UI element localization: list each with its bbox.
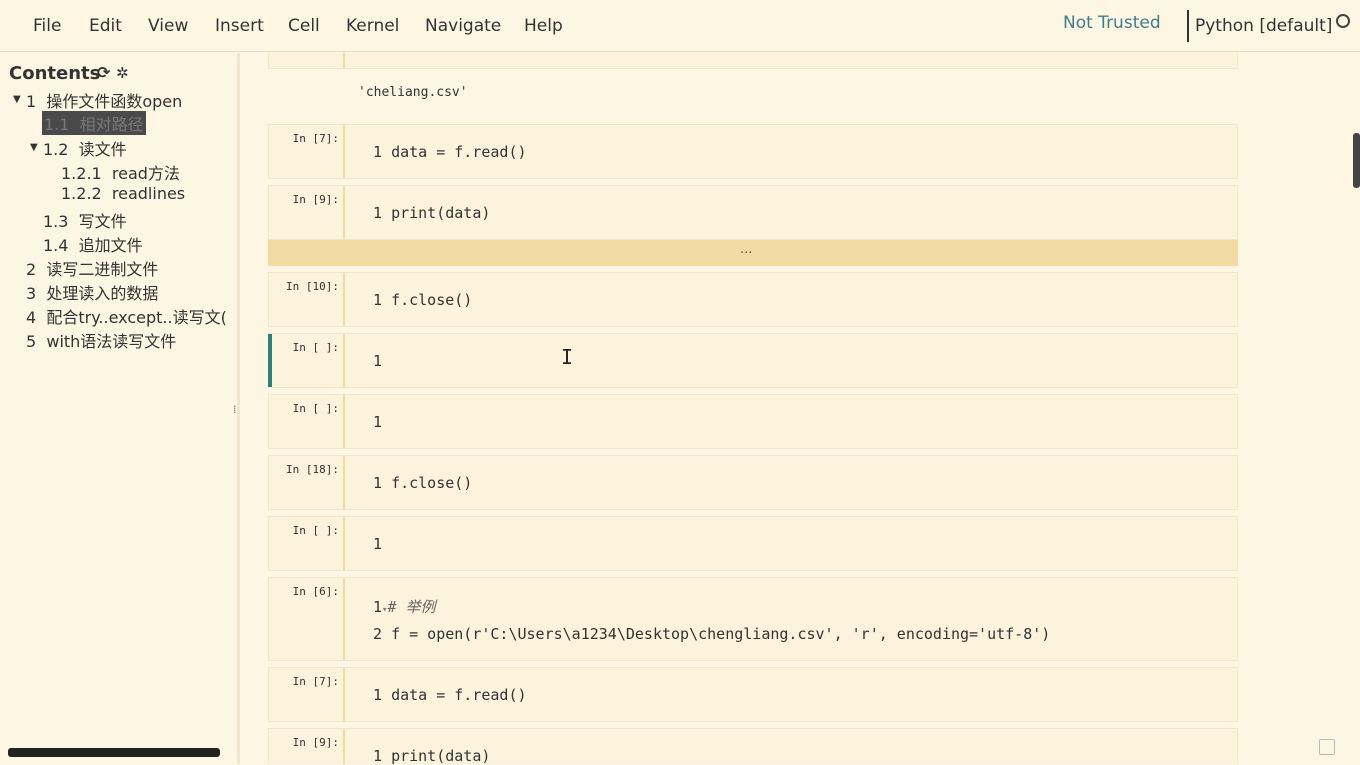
code-line: 1 data = f.read() <box>373 143 527 161</box>
refresh-icon[interactable]: ⟳ <box>97 63 110 82</box>
code-cell[interactable]: In [10]: 1 f.close() <box>268 272 1238 327</box>
code-line: 1 data = f.read() <box>373 686 527 704</box>
collapse-arrow-icon[interactable]: ▼ <box>13 94 21 105</box>
toc-item[interactable]: 4 配合try..except..读写文( <box>26 304 230 328</box>
kernel-separator <box>1187 10 1189 42</box>
menu-view[interactable]: View <box>148 16 188 36</box>
toc-item[interactable]: 5 with语法读写文件 <box>26 328 176 352</box>
toc-title: Contents <box>9 63 101 84</box>
menu-edit[interactable]: Edit <box>89 16 122 36</box>
code-cell[interactable]: In [9]: 1 print(data) <box>268 185 1238 240</box>
toc-item[interactable]: 1 操作文件函数open <box>26 88 182 112</box>
cell-prompt: In [18]: <box>269 456 345 509</box>
code-line: 1 <box>373 535 392 553</box>
cell-prompt: In [ ]: <box>269 334 345 387</box>
menu-bar: File Edit View Insert Cell Kernel Naviga… <box>0 0 1360 52</box>
menu-navigate[interactable]: Navigate <box>425 16 501 36</box>
cell-prompt: In [9]: <box>269 729 345 764</box>
text-cursor-icon: I <box>561 345 574 369</box>
cell-prompt: In [6]: <box>269 578 345 660</box>
toc-item-selected[interactable]: 1.1 相对路径 <box>42 111 146 135</box>
code-line: 1 <box>373 352 392 370</box>
toc-item[interactable]: 1.2.2 readlines <box>61 184 185 203</box>
cell-prompt: In [10]: <box>269 273 345 326</box>
code-line: 1 <box>373 413 392 431</box>
menu-file[interactable]: File <box>33 16 61 36</box>
toc-item[interactable]: 3 处理读入的数据 <box>26 280 158 304</box>
code-cell[interactable]: In [7]: 1 data = f.read() <box>268 667 1238 722</box>
collapse-arrow-icon[interactable]: ▼ <box>30 142 38 153</box>
code-cell[interactable]: In [18]: 1 f.close() <box>268 455 1238 510</box>
kernel-status-icon <box>1336 14 1350 28</box>
cell-output: 'cheliang.csv' <box>358 85 468 100</box>
code-line: 1 f.close() <box>373 474 473 492</box>
toc-item[interactable]: 1.2 读文件 <box>43 136 127 160</box>
toc-item[interactable]: 1.3 写文件 <box>43 208 127 232</box>
notebook-area: 'cheliang.csv' In [7]: 1 data = f.read()… <box>243 53 1360 765</box>
collapsed-output[interactable]: ... <box>268 240 1238 266</box>
toc-sidebar: Contents ⟳ ✲ ▼ 1 操作文件函数open 1.1 相对路径 ▼ 1… <box>0 53 240 764</box>
menu-cell[interactable]: Cell <box>288 16 320 36</box>
code-cell[interactable]: In [ ]: 1 <box>268 516 1238 571</box>
code-cell[interactable]: In [6]: 1▾# 举例 2 f = open(r'C:\Users\a12… <box>268 577 1238 661</box>
kernel-name: Python [default] <box>1195 16 1333 36</box>
cell-prompt: In [7]: <box>269 668 345 721</box>
toc-item[interactable]: 2 读写二进制文件 <box>26 256 158 280</box>
cell-prompt: In [9]: <box>269 186 345 239</box>
code-cell-partial[interactable] <box>268 53 1238 69</box>
code-line: 1 print(data) <box>373 747 491 765</box>
toc-item[interactable]: 1.4 追加文件 <box>43 232 143 256</box>
code-cell[interactable]: In [9]: 1 print(data) <box>268 728 1238 765</box>
cell-prompt: In [ ]: <box>269 517 345 570</box>
cell-prompt: In [7]: <box>269 125 345 178</box>
code-cell[interactable]: In [ ]: 1 <box>268 394 1238 449</box>
toc-item[interactable]: 1.2.1 read方法 <box>61 160 180 184</box>
code-line: 1▾# 举例 <box>373 598 436 616</box>
menu-kernel[interactable]: Kernel <box>346 16 399 36</box>
code-line: 1 print(data) <box>373 204 491 222</box>
menu-insert[interactable]: Insert <box>215 16 264 36</box>
code-cell[interactable]: In [7]: 1 data = f.read() <box>268 124 1238 179</box>
menu-help[interactable]: Help <box>524 16 563 36</box>
code-line: 2 f = open(r'C:\Users\a1234\Desktop\chen… <box>373 625 1051 643</box>
cell-prompt: In [ ]: <box>269 395 345 448</box>
resize-handle-icon[interactable]: ⁞ <box>233 403 237 416</box>
gear-icon[interactable]: ✲ <box>116 64 129 82</box>
trusted-indicator[interactable]: Not Trusted <box>1063 13 1161 33</box>
scroll-to-bottom-icon[interactable] <box>1319 739 1335 755</box>
code-cell-active[interactable]: In [ ]: 1 <box>268 333 1238 388</box>
sidebar-scrollbar[interactable] <box>8 748 220 757</box>
active-cell-indicator <box>268 334 272 387</box>
code-line: 1 f.close() <box>373 291 473 309</box>
notebook-scrollbar[interactable] <box>1353 133 1360 188</box>
